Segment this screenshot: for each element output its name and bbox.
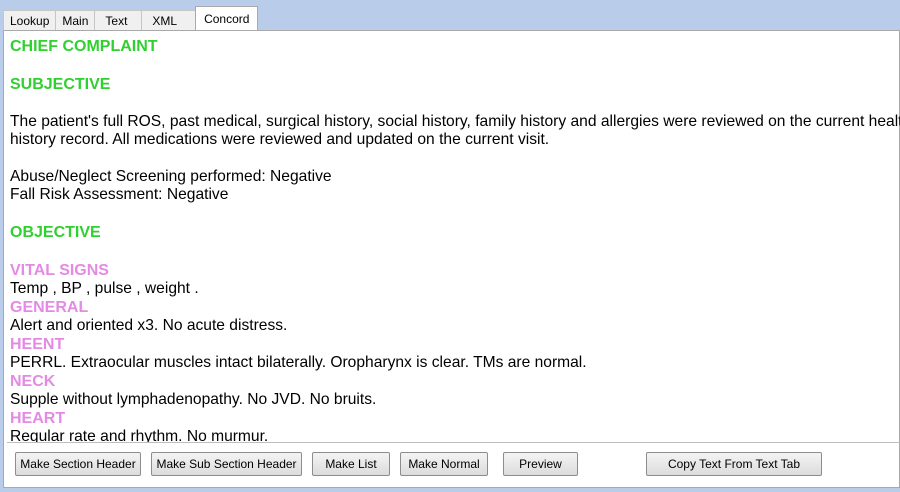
neck-text: Supple without lymphadenopathy. No JVD. … bbox=[10, 391, 377, 408]
sub-header-heart: HEART bbox=[10, 410, 66, 427]
vital-signs-text: Temp , BP , pulse , weight . bbox=[10, 280, 199, 297]
tab-concord[interactable]: Concord bbox=[195, 6, 259, 30]
section-header-chief-complaint: CHIEF COMPLAINT bbox=[10, 38, 158, 55]
subjective-text-line-2: history record. All medications were rev… bbox=[10, 131, 550, 148]
fall-risk-text: Fall Risk Assessment: Negative bbox=[10, 186, 229, 203]
tab-bar: Lookup Main Text XML Concord bbox=[3, 6, 259, 30]
tab-lookup[interactable]: Lookup bbox=[3, 10, 57, 30]
sub-header-heent: HEENT bbox=[10, 336, 65, 353]
preview-button[interactable]: Preview bbox=[503, 452, 578, 476]
heart-text: Regular rate and rhythm. No murmur. bbox=[10, 428, 269, 443]
heent-text: PERRL. Extraocular muscles intact bilate… bbox=[10, 354, 587, 371]
subjective-text-line-1: The patient's full ROS, past medical, su… bbox=[10, 113, 900, 130]
sub-header-vital-signs: VITAL SIGNS bbox=[10, 262, 109, 279]
sub-header-general: GENERAL bbox=[10, 299, 89, 316]
rich-text-editor[interactable]: CHIEF COMPLAINT SUBJECTIVE The patient's… bbox=[7, 34, 900, 443]
make-section-header-button[interactable]: Make Section Header bbox=[15, 452, 141, 476]
copy-text-from-text-tab-button[interactable]: Copy Text From Text Tab bbox=[646, 452, 822, 476]
tab-text[interactable]: Text bbox=[94, 10, 143, 30]
concord-panel: CHIEF COMPLAINT SUBJECTIVE The patient's… bbox=[3, 30, 900, 488]
abuse-screening-text: Abuse/Neglect Screening performed: Negat… bbox=[10, 168, 332, 185]
make-normal-button[interactable]: Make Normal bbox=[400, 452, 488, 476]
make-list-button[interactable]: Make List bbox=[312, 452, 390, 476]
tab-main[interactable]: Main bbox=[55, 10, 96, 30]
sub-header-neck: NECK bbox=[10, 373, 56, 390]
general-text: Alert and oriented x3. No acute distress… bbox=[10, 317, 288, 334]
section-header-subjective: SUBJECTIVE bbox=[10, 76, 111, 93]
tab-xml[interactable]: XML bbox=[141, 10, 197, 30]
make-sub-section-header-button[interactable]: Make Sub Section Header bbox=[151, 452, 302, 476]
section-header-objective: OBJECTIVE bbox=[10, 224, 101, 241]
